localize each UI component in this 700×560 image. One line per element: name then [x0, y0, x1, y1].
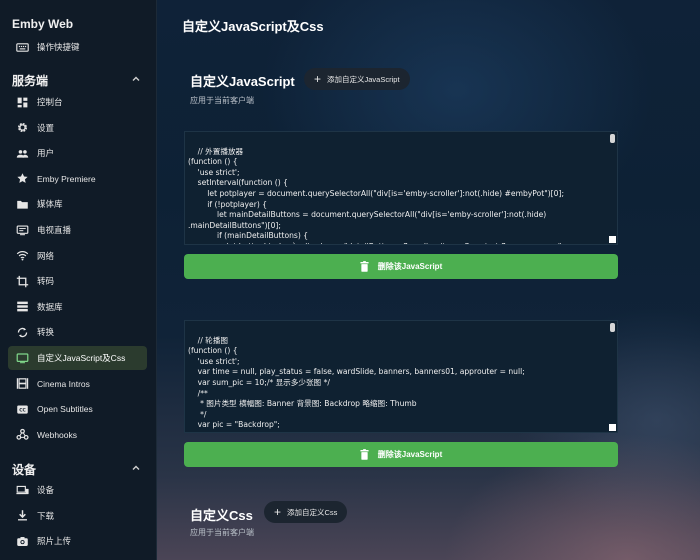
- film-icon: [15, 377, 29, 391]
- sidebar-item-label: 下载: [37, 510, 55, 521]
- sidebar-item-tv[interactable]: 电视直播: [8, 218, 147, 242]
- sidebar-item-label: 自定义JavaScript及Css: [37, 353, 126, 363]
- sidebar-item-label: 用户: [37, 148, 55, 159]
- delete-javascript-label: 删除该JavaScript: [377, 450, 443, 459]
- sidebar-item-sync[interactable]: 转换: [8, 320, 147, 344]
- sidebar-item-gear[interactable]: 设置: [8, 116, 147, 140]
- trash-icon: [360, 261, 369, 272]
- plus-icon: +: [274, 505, 282, 519]
- script-code-1: // 外置播放器 (function () { 'use strict'; se…: [188, 146, 568, 244]
- sidebar-item-wifi[interactable]: 网络: [8, 244, 147, 268]
- script-editor-1[interactable]: // 外置播放器 (function () { 'use strict'; se…: [184, 131, 618, 245]
- keyboard-icon: [15, 40, 29, 54]
- script-code-2: // 轮播图 (function () { 'use strict'; var …: [188, 335, 525, 432]
- sidebar-item-users[interactable]: 用户: [8, 141, 147, 165]
- sidebar-item-dashboard[interactable]: 控制台: [8, 90, 147, 114]
- sidebar-item-label: Cinema Intros: [37, 378, 90, 389]
- js-section-description: 应用于当前客户端: [190, 96, 254, 105]
- scrollbar[interactable]: [610, 323, 615, 332]
- page-title: 自定义JavaScript及Css: [182, 19, 324, 34]
- devices-icon: [15, 483, 29, 497]
- camera-icon: [15, 534, 29, 548]
- subtitles-icon: CC: [15, 402, 29, 416]
- sidebar-item-label: 设置: [37, 122, 55, 133]
- sync-icon: [15, 325, 29, 339]
- sidebar-item-label: Webhooks: [37, 429, 78, 440]
- resize-handle[interactable]: [609, 424, 616, 431]
- sidebar-item-webhook[interactable]: Webhooks: [8, 423, 147, 447]
- database-icon: [15, 300, 29, 314]
- sidebar-item-label: 网络: [37, 250, 55, 261]
- delete-javascript-label: 删除该JavaScript: [377, 262, 443, 271]
- star-icon: [15, 172, 29, 186]
- sidebar-item-star[interactable]: Emby Premiere: [8, 167, 147, 191]
- sidebar-item-film[interactable]: Cinema Intros: [8, 372, 147, 396]
- sidebar-item-label: 转码: [37, 276, 55, 287]
- monitor-icon: [15, 351, 29, 365]
- section-title-server: 服务端: [12, 74, 49, 88]
- sidebar: Emby Web 操作快捷键 服务端 控制台设置用户 Emby Premiere 媒…: [0, 0, 157, 560]
- webhook-icon: [15, 428, 29, 442]
- chevron-up-icon[interactable]: [131, 71, 141, 81]
- sidebar-item-database[interactable]: 数据库: [8, 295, 147, 319]
- sidebar-item-subtitles[interactable]: CC Open Subtitles: [8, 397, 147, 421]
- sidebar-item-label: 操作快捷键: [37, 42, 80, 52]
- delete-javascript-button-1[interactable]: 删除该JavaScript: [184, 254, 618, 279]
- sidebar-item-label: Open Subtitles: [37, 404, 93, 415]
- main-content: 自定义JavaScript及Css 自定义JavaScript + 添加自定义J…: [157, 0, 700, 560]
- sidebar-item-label: 照片上传: [37, 536, 72, 546]
- js-section-title: 自定义JavaScript: [190, 74, 295, 89]
- add-css-button[interactable]: + 添加自定义Css: [264, 501, 348, 523]
- script-editor-2[interactable]: // 轮播图 (function () { 'use strict'; var …: [184, 320, 618, 433]
- scrollbar[interactable]: [610, 134, 615, 143]
- sidebar-item-folder[interactable]: 媒体库: [8, 192, 147, 216]
- delete-javascript-button-2[interactable]: 删除该JavaScript: [184, 442, 618, 467]
- chevron-up-icon[interactable]: [131, 460, 141, 470]
- section-title-devices: 设备: [12, 463, 37, 477]
- css-section-title: 自定义Css: [190, 508, 253, 523]
- trash-icon: [360, 449, 369, 460]
- wifi-icon: [15, 249, 29, 263]
- sidebar-item-label: 转换: [37, 327, 55, 338]
- download-icon: [15, 509, 29, 523]
- sidebar-item-shortcuts[interactable]: 操作快捷键: [8, 35, 147, 59]
- sidebar-item-label: 电视直播: [37, 225, 72, 235]
- add-javascript-button[interactable]: + 添加自定义JavaScript: [304, 68, 410, 90]
- resize-handle[interactable]: [609, 236, 616, 243]
- css-section-description: 应用于当前客户端: [190, 528, 254, 537]
- tv-icon: [15, 223, 29, 237]
- dashboard-icon: [15, 95, 29, 109]
- add-javascript-label: 添加自定义JavaScript: [327, 74, 400, 84]
- sidebar-item-camera[interactable]: 照片上传: [8, 529, 147, 553]
- sidebar-item-label: Emby Premiere: [37, 173, 96, 184]
- sidebar-item-monitor[interactable]: 自定义JavaScript及Css: [8, 346, 147, 370]
- sidebar-item-label: 控制台: [37, 97, 63, 107]
- sidebar-item-label: 媒体库: [37, 199, 63, 210]
- add-css-label: 添加自定义Css: [287, 507, 338, 517]
- app-title[interactable]: Emby Web: [12, 17, 73, 31]
- sidebar-item-label: 数据库: [37, 301, 63, 312]
- folder-icon: [15, 197, 29, 211]
- plus-icon: +: [314, 72, 322, 86]
- svg-text:CC: CC: [19, 407, 26, 413]
- sidebar-item-download[interactable]: 下载: [8, 504, 147, 528]
- gear-icon: [15, 121, 29, 135]
- sidebar-item-label: 设备: [37, 485, 55, 495]
- users-icon: [15, 146, 29, 160]
- sidebar-item-devices[interactable]: 设备: [8, 478, 147, 502]
- sidebar-item-crop[interactable]: 转码: [8, 269, 147, 293]
- crop-icon: [15, 274, 29, 288]
